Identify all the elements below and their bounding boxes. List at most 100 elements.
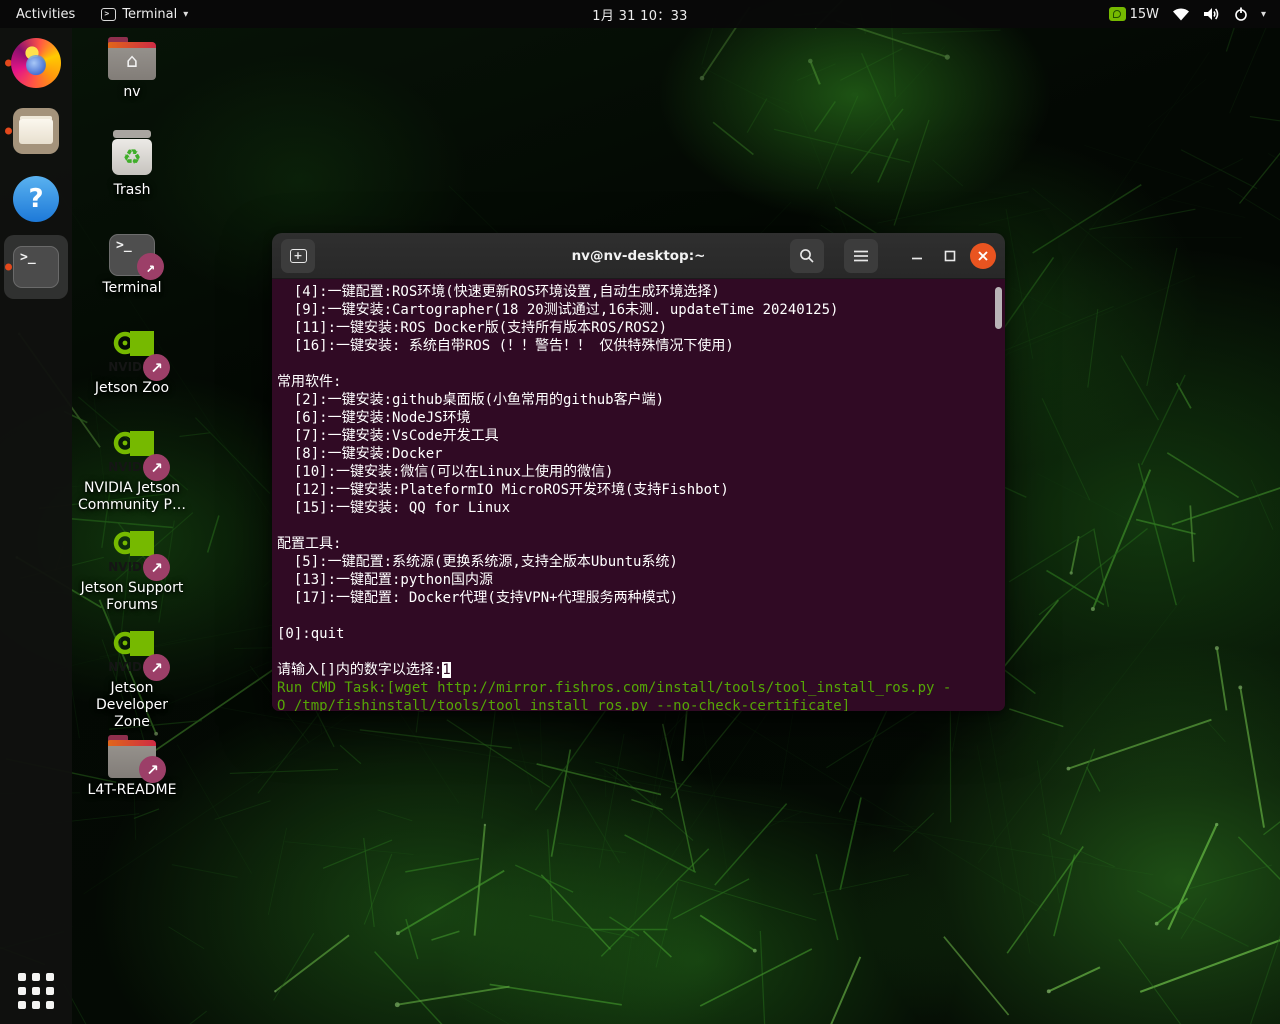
desktop-icon-jetson-zoo[interactable]: NVIDIA ↗ Jetson Zoo [76,330,188,397]
system-menu-caret-icon: ▾ [1260,8,1266,20]
clock-button[interactable]: 1月 31 10：33 [592,0,687,28]
desktop-icon-jetson-support-forums[interactable]: NVIDIA ↗ Jetson Support Forums [76,530,188,614]
nvidia-link-icon: NVIDIA ↗ [104,430,170,481]
dock: ? >_ [0,28,72,1024]
volume-icon [1203,7,1221,21]
power-icon [1234,7,1248,21]
hamburger-menu-icon [854,250,868,261]
desktop-icon-jetson-developer-zone[interactable]: NVIDIA ↗ Jetson Developer Zone [76,630,188,731]
terminal-line: [16]:一键安装: 系统自带ROS (！！警告！！ 仅供特殊情况下使用) [277,338,734,354]
folder-link-icon: ↗ [108,735,166,783]
running-indicator-dot [5,127,12,135]
titlebar-controls [790,238,996,273]
terminal-command-line: Run CMD Task:[wget http://mirror.fishros… [277,680,952,696]
firefox-icon [11,38,61,88]
house-icon: ⌂ [125,50,139,72]
desktop-icon-label: Terminal [102,280,162,296]
search-button[interactable] [790,238,824,273]
scrollbar-thumb[interactable] [995,287,1002,329]
top-bar-left: Activities > Terminal ▾ [0,0,198,28]
top-bar: Activities > Terminal ▾ 1月 31 10：33 15W … [0,0,1280,28]
link-arrow-icon: ↗ [139,756,166,783]
terminal-line: [12]:一键安装:PlateformIO MicroROS开发环境(支持Fis… [277,482,729,498]
terminal-line: 配置工具: [277,536,342,552]
terminal-command-line: O /tmp/fishinstall/tools/tool_install_ro… [277,698,851,711]
nvidia-link-icon: NVIDIA ↗ [104,330,170,381]
show-applications-button[interactable] [17,972,55,1010]
terminal-line: [2]:一键安装:github桌面版(小鱼常用的github客户端) [277,392,665,408]
help-icon: ? [13,176,59,222]
trash-icon: ♻ [110,130,154,178]
desktop-icon-l4t-readme[interactable]: ↗ L4T-README [76,732,188,799]
link-arrow-icon: ↗ [137,253,164,280]
nvidia-power-icon [1108,7,1126,21]
nvidia-link-icon: NVIDIA ↗ [104,530,170,581]
app-menu-label: Terminal [122,6,178,22]
system-status-area[interactable]: 15W ▾ [1108,0,1280,28]
desktop-icon-label: L4T-README [87,782,177,798]
terminal-prompt-line: 请输入[]内的数字以选择:1 [277,661,991,679]
running-indicator-dot [5,263,12,271]
terminal-line: [8]:一键安装:Docker [277,446,443,462]
power-mode-indicator: 15W [1108,6,1159,22]
clock-label: 1月 31 10：33 [592,8,688,24]
terminal-app-icon: > [101,7,117,21]
terminal-window: + nv@nv-desktop:~ [4]:一键配置:ROS环境(快速更新ROS [272,233,1005,711]
recycle-icon: ♻ [122,145,142,169]
terminal-titlebar[interactable]: + nv@nv-desktop:~ [272,233,1005,279]
home-folder-icon: ⌂ [108,37,156,80]
wifi-icon [1172,7,1190,21]
terminal-line: [4]:一键配置:ROS环境(快速更新ROS环境设置,自动生成环境选择) [277,284,720,300]
desktop-icon-label: Jetson Support Forums [80,580,184,613]
desktop-icon-label: nv [123,84,141,100]
desktop-icon-nvidia-jetson-community[interactable]: NVIDIA ↗ NVIDIA Jetson Community P… [76,430,188,514]
files-icon [13,108,59,154]
link-arrow-icon: ↗ [143,654,170,681]
activities-label: Activities [16,6,76,22]
maximize-icon [944,250,956,261]
terminal-line: [9]:一键安装:Cartographer(18 20测试通过,16未测. up… [277,302,839,318]
search-icon [800,248,814,263]
terminal-content[interactable]: [4]:一键配置:ROS环境(快速更新ROS环境设置,自动生成环境选择) [9]… [272,279,1005,711]
power-mode-label: 15W [1129,6,1159,22]
desktop-icon-trash[interactable]: ♻ Trash [76,130,188,199]
link-arrow-icon: ↗ [143,554,170,581]
desktop-icon-terminal[interactable]: >_ ↗ Terminal [76,234,188,297]
terminal-line: [11]:一键安装:ROS Docker版(支持所有版本ROS/ROS2) [277,320,668,336]
terminal-line: [13]:一键配置:python国内源 [277,572,494,588]
dock-item-files[interactable] [0,97,72,165]
new-tab-button[interactable]: + [281,238,315,273]
terminal-line: [17]:一键配置: Docker代理(支持VPN+代理服务两种模式) [277,590,679,606]
desktop-icon-label: Jetson Developer Zone [95,680,168,730]
link-arrow-icon: ↗ [143,354,170,381]
minimize-icon [912,257,922,259]
desktop-icon-nv[interactable]: ⌂ nv [76,34,188,101]
terminal-link-icon: >_ ↗ [109,234,164,280]
maximize-button[interactable] [937,243,963,269]
dock-item-terminal[interactable]: >_ [0,233,72,301]
activities-button[interactable]: Activities [0,0,91,28]
new-tab-icon: + [289,248,307,263]
desktop-icon-label: NVIDIA Jetson Community P… [78,480,186,513]
nvidia-link-icon: NVIDIA ↗ [104,630,170,681]
app-menu-button[interactable]: > Terminal ▾ [91,0,198,28]
close-button[interactable] [970,242,996,269]
terminal-line: [6]:一键安装:NodeJS环境 [277,410,471,426]
desktop-icon-label: Jetson Zoo [94,380,170,396]
dock-item-help[interactable]: ? [0,165,72,233]
prompt-text: 请输入[]内的数字以选择: [277,662,443,678]
terminal-line: [10]:一键安装:微信(可以在Linux上使用的微信) [277,464,614,480]
typed-input-cursor: 1 [442,662,451,678]
close-icon [978,250,988,261]
terminal-line: 常用软件: [277,374,342,390]
dock-item-firefox[interactable] [0,29,72,97]
menu-button[interactable] [844,238,878,273]
terminal-line: [0]:quit [277,626,345,642]
terminal-line: [5]:一键配置:系统源(更换系统源,支持全版本Ubuntu系统) [277,554,678,570]
minimize-button[interactable] [904,243,930,269]
link-arrow-icon: ↗ [143,454,170,481]
